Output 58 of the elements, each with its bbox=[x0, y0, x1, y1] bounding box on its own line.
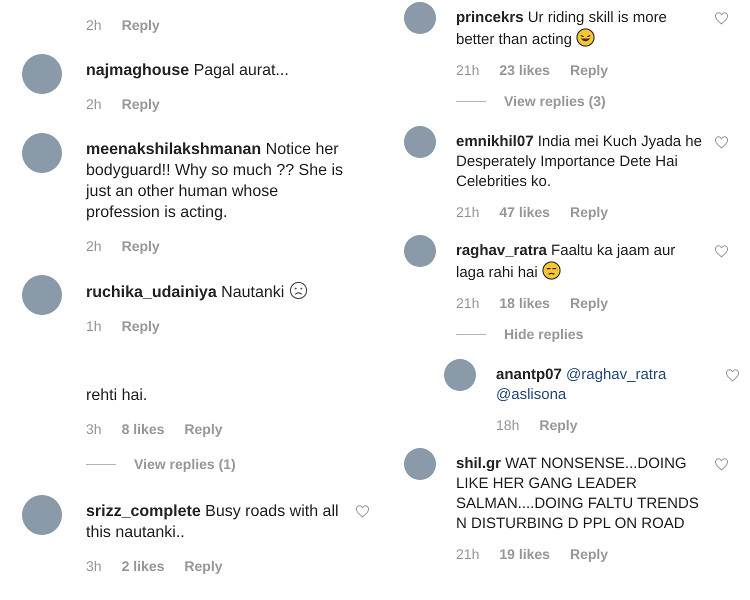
replies-toggle[interactable]: View replies (3) bbox=[504, 91, 606, 112]
timestamp: 2h bbox=[86, 16, 102, 34]
avatar bbox=[22, 495, 62, 535]
comment-text: rehti hai. bbox=[86, 386, 148, 406]
heart-icon[interactable] bbox=[714, 12, 729, 26]
mention-link[interactable]: @aslisona bbox=[496, 386, 566, 403]
timestamp: 3h bbox=[86, 557, 102, 575]
heart-icon[interactable] bbox=[725, 369, 740, 383]
timestamp: 21h bbox=[456, 294, 480, 312]
reply-link[interactable]: Reply bbox=[570, 294, 608, 312]
reply-link[interactable]: Reply bbox=[122, 317, 160, 335]
heart-icon[interactable] bbox=[714, 245, 729, 259]
comment-text: raghav_ratra Faaltu ka jaam aur laga rahi hai bbox=[456, 241, 676, 283]
likes-count[interactable]: 23 likes bbox=[499, 61, 550, 79]
replies-toggle[interactable]: View replies (1) bbox=[134, 454, 236, 475]
likes-count[interactable]: 8 likes bbox=[122, 420, 164, 438]
reply-link[interactable]: Reply bbox=[570, 61, 608, 79]
heart-icon[interactable] bbox=[355, 505, 370, 519]
likes-count[interactable]: 19 likes bbox=[499, 545, 550, 563]
avatar bbox=[22, 275, 62, 315]
avatar bbox=[404, 126, 436, 158]
reply-link[interactable]: Reply bbox=[539, 416, 578, 434]
timestamp: 1h bbox=[86, 317, 102, 335]
avatar bbox=[22, 54, 62, 94]
comment-text: najmaghouse Pagal aurat... bbox=[86, 61, 290, 81]
reply-link[interactable]: Reply bbox=[184, 557, 223, 575]
avatar bbox=[404, 448, 436, 480]
mention-link[interactable]: @raghav_ratra bbox=[566, 366, 666, 383]
heart-icon[interactable] bbox=[714, 136, 729, 150]
avatar bbox=[404, 2, 436, 34]
comment-text: emnikhil07 India mei Kuch Jyada he Desperately Importance Dete Hai Celebrities ko. bbox=[456, 132, 703, 192]
avatar bbox=[404, 235, 436, 267]
reply-link[interactable]: Reply bbox=[122, 237, 160, 255]
likes-count[interactable]: 2 likes bbox=[122, 557, 164, 575]
replies-toggle[interactable]: Hide replies bbox=[504, 324, 584, 345]
comment-text: ruchika_udainiya Nautanki bbox=[86, 281, 347, 303]
reply-link[interactable]: Reply bbox=[122, 95, 160, 113]
avatar bbox=[22, 133, 62, 173]
timestamp: 21h bbox=[456, 61, 480, 79]
comment-text: meenakshilakshmanan Notice her bodyguard!! Why so much ?? She is just an other human whose profession is acting. bbox=[86, 140, 344, 223]
comment-text: anantp07 @raghav_ratra @aslisona bbox=[496, 365, 668, 405]
timestamp: 2h bbox=[86, 237, 102, 255]
avatar bbox=[444, 359, 476, 391]
likes-count[interactable]: 47 likes bbox=[499, 203, 550, 221]
timestamp: 21h bbox=[456, 203, 480, 221]
timestamp: 18h bbox=[496, 416, 520, 434]
likes-count[interactable]: 18 likes bbox=[499, 294, 550, 312]
reply-link[interactable]: Reply bbox=[570, 203, 608, 221]
reply-link[interactable]: Reply bbox=[570, 545, 608, 563]
comment-text: srizz_complete Busy roads with all this nautanki.. bbox=[86, 502, 340, 543]
comment-text: shil.gr WAT NONSENSE...DOING LIKE HER GANG LEADER SALMAN....DOING FALTU TRENDS N DISTURBING D PPL ON ROAD bbox=[456, 454, 700, 534]
heart-icon[interactable] bbox=[714, 458, 729, 472]
comment-text: princekrs Ur riding skill is more better than acting bbox=[456, 8, 668, 50]
timestamp: 2h bbox=[86, 95, 102, 113]
timestamp: 3h bbox=[86, 420, 102, 438]
timestamp: 21h bbox=[456, 545, 480, 563]
reply-link[interactable]: Reply bbox=[184, 420, 223, 438]
reply-link[interactable]: Reply bbox=[122, 16, 160, 34]
